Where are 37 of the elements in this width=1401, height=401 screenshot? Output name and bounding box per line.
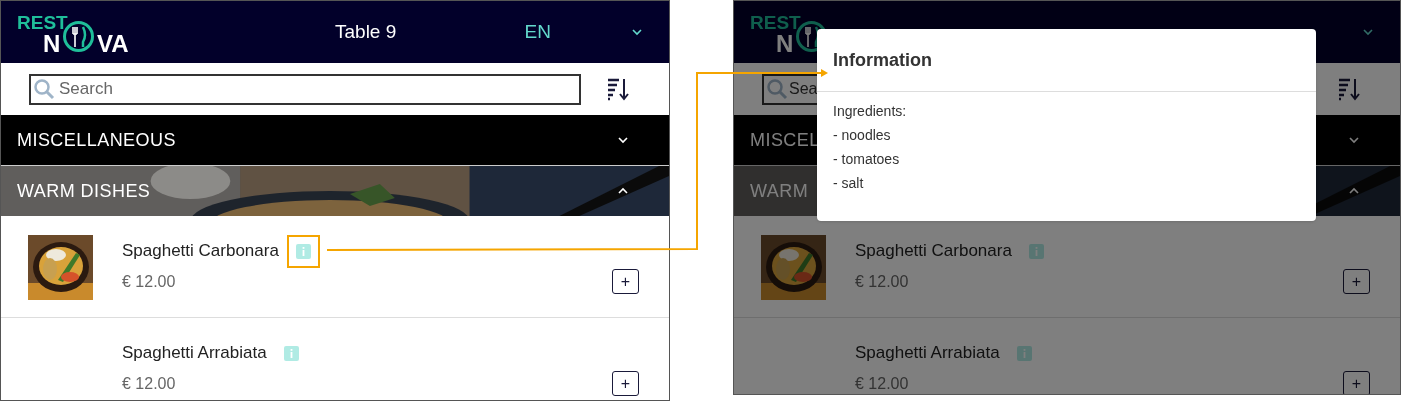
ingredient-line: - salt	[833, 174, 865, 193]
sort-icon[interactable]	[607, 77, 629, 101]
table-label: Table 9	[335, 19, 397, 44]
search-field[interactable]: Sea	[762, 73, 820, 105]
add-button[interactable]: +	[1343, 371, 1370, 394]
category-title: WARM DISHES	[17, 179, 151, 203]
chevron-down-icon[interactable]	[617, 134, 629, 146]
item-name: Spaghetti Arrabiata	[855, 342, 1000, 365]
category-title: MISCEL	[750, 128, 820, 152]
logo-text: N	[43, 32, 61, 56]
item-name: Spaghetti Carbonara	[855, 240, 1012, 263]
item-name: Spaghetti Carbonara	[122, 240, 279, 263]
dialog-title: Information	[833, 48, 932, 72]
language-label[interactable]: EN	[524, 17, 551, 47]
category-title: MISCELLANEOUS	[17, 128, 176, 152]
item-price: € 12.00	[855, 271, 909, 292]
search-icon	[33, 77, 55, 100]
add-button[interactable]: +	[612, 371, 639, 396]
search-icon	[766, 77, 788, 100]
ingredient-line: Ingredients:	[833, 102, 908, 121]
logo-text: REST	[17, 13, 68, 32]
add-button[interactable]: +	[612, 269, 639, 294]
category-bar[interactable]: MISCELLANEOUS	[1, 115, 669, 165]
item-price: € 12.00	[855, 373, 909, 394]
logo-text: N	[776, 32, 794, 56]
item-name: Spaghetti Arrabiata	[122, 342, 267, 365]
category-title: WARM	[750, 179, 809, 203]
logo-text: VA	[97, 32, 129, 56]
add-button[interactable]: +	[1343, 269, 1370, 294]
item-price: € 12.00	[122, 373, 176, 394]
ingredient-line: - noodles	[833, 126, 892, 145]
logo-text: REST	[750, 13, 801, 32]
ingredient-line: - tomatoes	[833, 150, 901, 169]
item-price: € 12.00	[122, 271, 176, 292]
chevron-down-icon[interactable]	[631, 26, 643, 38]
search-field[interactable]: Search	[29, 73, 581, 105]
category-bar[interactable]: WARM DISHES	[1, 165, 669, 216]
